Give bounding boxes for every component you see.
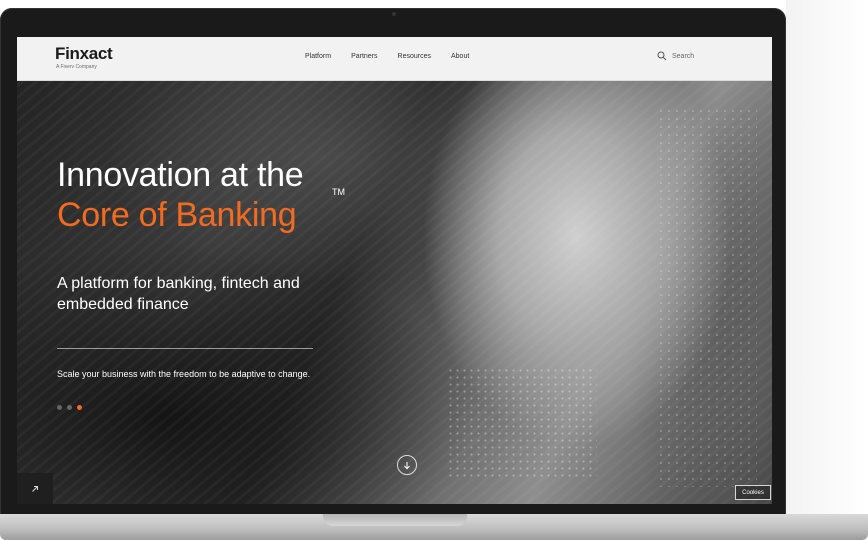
browser-viewport: Finxact A Fiserv Company Platform Partne…: [17, 37, 772, 504]
hero-subheading: A platform for banking, fintech and embe…: [57, 275, 300, 313]
carousel-dot-3[interactable]: [77, 405, 82, 410]
background-glare: [786, 0, 868, 514]
headline-line-1: Innovation at the: [57, 156, 304, 194]
nav-link-resources[interactable]: Resources: [398, 53, 431, 60]
carousel-dot-2[interactable]: [67, 405, 72, 410]
dot-pattern: [447, 367, 597, 477]
headline-line-2: Core of Banking: [57, 196, 297, 234]
site-logo[interactable]: Finxact: [55, 44, 113, 64]
search-icon: [657, 51, 667, 61]
laptop-bezel: Finxact A Fiserv Company Platform Partne…: [0, 8, 786, 522]
camera-icon: [392, 12, 396, 16]
search-label: Search: [672, 52, 695, 60]
arrow-down-icon: [404, 461, 410, 470]
arrow-up-right-icon: [32, 485, 38, 492]
corner-link-button[interactable]: [17, 473, 53, 504]
hero-headline: Innovation at the Core of Banking: [57, 155, 304, 235]
trademark-symbol: TM: [332, 187, 345, 197]
nav-link-partners[interactable]: Partners: [351, 53, 377, 60]
dot-pattern: [657, 107, 757, 487]
main-nav: Platform Partners Resources About: [305, 53, 489, 60]
scroll-down-button[interactable]: [397, 455, 417, 475]
carousel-indicators: [57, 405, 82, 410]
hero-divider: [57, 348, 313, 349]
cookies-button[interactable]: Cookies: [735, 485, 771, 500]
carousel-dot-1[interactable]: [57, 405, 62, 410]
logo-tagline: A Fiserv Company: [56, 64, 97, 70]
site-header: Finxact A Fiserv Company Platform Partne…: [17, 37, 772, 81]
laptop-notch: [323, 514, 467, 526]
nav-link-about[interactable]: About: [451, 53, 469, 60]
hero-tagline: Scale your business with the freedom to …: [57, 369, 311, 379]
nav-link-platform[interactable]: Platform: [305, 53, 331, 60]
search-button[interactable]: Search: [657, 51, 694, 61]
